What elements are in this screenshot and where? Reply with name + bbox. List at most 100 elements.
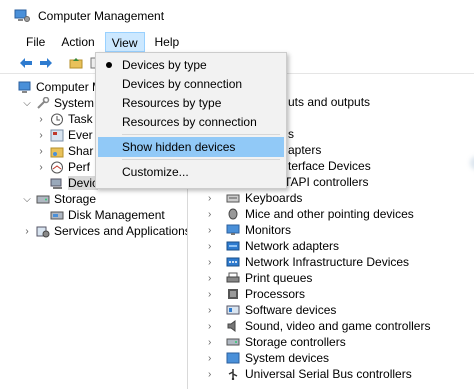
chevron-right-icon[interactable]: › <box>208 273 218 284</box>
device-category-label: Network adapters <box>245 239 340 253</box>
tree-item-label: Computer M <box>36 80 103 94</box>
device-category-print-queues[interactable]: › Print queues <box>208 270 312 286</box>
device-category-network-infrastructure[interactable]: › Network Infrastructure Devices <box>208 254 409 270</box>
device-category-sound-video-game[interactable]: › Sound, video and game controllers <box>208 318 430 334</box>
chevron-right-icon[interactable]: › <box>208 241 218 252</box>
menu-item-label: Devices by type <box>122 58 207 72</box>
up-folder-icon[interactable] <box>68 55 84 71</box>
menu-action[interactable]: Action <box>55 32 100 52</box>
device-category-label: Print queues <box>245 271 313 285</box>
tree-item-label: Task <box>68 112 93 126</box>
obscured-region <box>470 156 474 170</box>
chevron-right-icon[interactable]: › <box>208 337 218 348</box>
device-category-processors[interactable]: › Processors <box>208 286 305 302</box>
tree-item-label: Disk Management <box>68 208 165 222</box>
menu-view[interactable]: View <box>104 32 145 52</box>
computer-management-icon <box>14 9 30 23</box>
tree-item-shared-folders[interactable]: › Shar <box>36 143 93 159</box>
tree-item-device-manager[interactable]: Devic <box>50 175 99 191</box>
device-category-label: Storage controllers <box>245 335 346 349</box>
device-category-mice[interactable]: › Mice and other pointing devices <box>208 206 414 222</box>
device-category-label: Keyboards <box>245 191 303 205</box>
tree-item-label: Services and Applications <box>54 224 188 238</box>
device-category-keyboards[interactable]: › Keyboards <box>208 190 302 206</box>
menu-item-label: Customize... <box>122 165 189 179</box>
chevron-right-icon[interactable]: › <box>36 146 46 157</box>
menu-item-devices-by-connection[interactable]: Devices by connection <box>98 74 284 94</box>
menu-bar: File Action View Help <box>0 32 474 52</box>
chevron-right-icon[interactable]: › <box>208 257 218 268</box>
tree-item-label: Ever <box>68 128 93 142</box>
device-category-label: Universal Serial Bus controllers <box>245 367 412 381</box>
device-category-label: Sound, video and game controllers <box>245 319 431 333</box>
tree-item-storage[interactable]: ⌵ Storage <box>22 191 96 207</box>
tree-item-disk-management[interactable]: Disk Management <box>50 207 165 223</box>
device-category-label: Software devices <box>245 303 337 317</box>
storage-controller-icon <box>226 336 240 348</box>
menu-item-show-hidden-devices[interactable]: Show hidden devices <box>98 137 284 157</box>
window-title: Computer Management <box>38 9 165 23</box>
device-category-label: Mice and other pointing devices <box>245 207 414 221</box>
chevron-right-icon[interactable]: › <box>208 225 218 236</box>
performance-icon <box>50 161 64 174</box>
chevron-right-icon[interactable]: › <box>208 193 218 204</box>
device-category-label: System devices <box>245 351 330 365</box>
menu-item-label: Devices by connection <box>122 77 243 91</box>
device-manager-icon <box>50 177 64 190</box>
menu-file[interactable]: File <box>20 32 51 52</box>
chevron-right-icon[interactable]: › <box>208 369 218 380</box>
device-category-software-devices[interactable]: › Software devices <box>208 302 336 318</box>
chevron-right-icon[interactable]: › <box>36 162 46 173</box>
menu-separator <box>122 159 280 160</box>
speaker-icon <box>226 320 240 332</box>
network-adapter-icon <box>226 240 240 252</box>
device-category-system-devices[interactable]: › System devices <box>208 350 329 366</box>
device-category-usb-controllers[interactable]: › Universal Serial Bus controllers <box>208 366 412 382</box>
chevron-right-icon[interactable]: › <box>208 305 218 316</box>
tree-item-label: Perf <box>68 160 91 174</box>
menu-item-label: Show hidden devices <box>122 140 236 154</box>
monitor-icon <box>226 224 240 236</box>
chevron-right-icon[interactable]: › <box>208 209 218 220</box>
menu-item-resources-by-type[interactable]: Resources by type <box>98 93 284 113</box>
menu-item-customize[interactable]: Customize... <box>98 162 284 182</box>
device-category-label: Processors <box>245 287 306 301</box>
menu-help[interactable]: Help <box>149 32 186 52</box>
tree-item-services-and-applications[interactable]: › Services and Applications <box>22 223 188 239</box>
device-category-monitors[interactable]: › Monitors <box>208 222 291 238</box>
printer-icon <box>226 272 240 284</box>
back-arrow-icon[interactable] <box>18 55 34 71</box>
menu-item-devices-by-type[interactable]: Devices by type <box>98 55 284 75</box>
chevron-right-icon[interactable]: › <box>36 130 46 141</box>
device-category-network-adapters[interactable]: › Network adapters <box>208 238 339 254</box>
tree-item-system-tools[interactable]: ⌵ System T <box>22 95 104 111</box>
shared-folder-icon <box>50 145 64 158</box>
menu-item-label: Resources by connection <box>122 115 257 129</box>
device-category-label: Network Infrastructure Devices <box>245 255 410 269</box>
tree-item-event-viewer[interactable]: › Ever <box>36 127 93 143</box>
menu-item-resources-by-connection[interactable]: Resources by connection <box>98 112 284 132</box>
chevron-down-icon[interactable]: ⌵ <box>22 98 32 109</box>
device-category-storage-controllers[interactable]: › Storage controllers <box>208 334 346 350</box>
tree-item-performance[interactable]: › Perf <box>36 159 90 175</box>
mouse-icon <box>226 208 240 220</box>
clock-icon <box>50 113 64 126</box>
tree-item-label: Devic <box>68 176 99 190</box>
disk-management-icon <box>50 209 64 222</box>
tree-item-computer-management[interactable]: Computer M <box>18 79 102 95</box>
chevron-right-icon[interactable]: › <box>208 321 218 332</box>
chevron-right-icon[interactable]: › <box>36 114 46 125</box>
forward-arrow-icon[interactable] <box>38 55 54 71</box>
chevron-right-icon[interactable]: › <box>22 226 32 237</box>
radio-bullet-icon <box>106 62 112 68</box>
tree-item-label: Storage <box>54 192 97 206</box>
menu-item-label: Resources by type <box>122 96 222 110</box>
chevron-right-icon[interactable]: › <box>208 353 218 364</box>
chevron-right-icon[interactable]: › <box>208 289 218 300</box>
usb-icon <box>226 368 240 381</box>
storage-icon <box>36 193 50 206</box>
services-icon <box>36 225 50 238</box>
event-viewer-icon <box>50 129 64 142</box>
tree-item-task-scheduler[interactable]: › Task <box>36 111 93 127</box>
chevron-down-icon[interactable]: ⌵ <box>22 194 32 205</box>
